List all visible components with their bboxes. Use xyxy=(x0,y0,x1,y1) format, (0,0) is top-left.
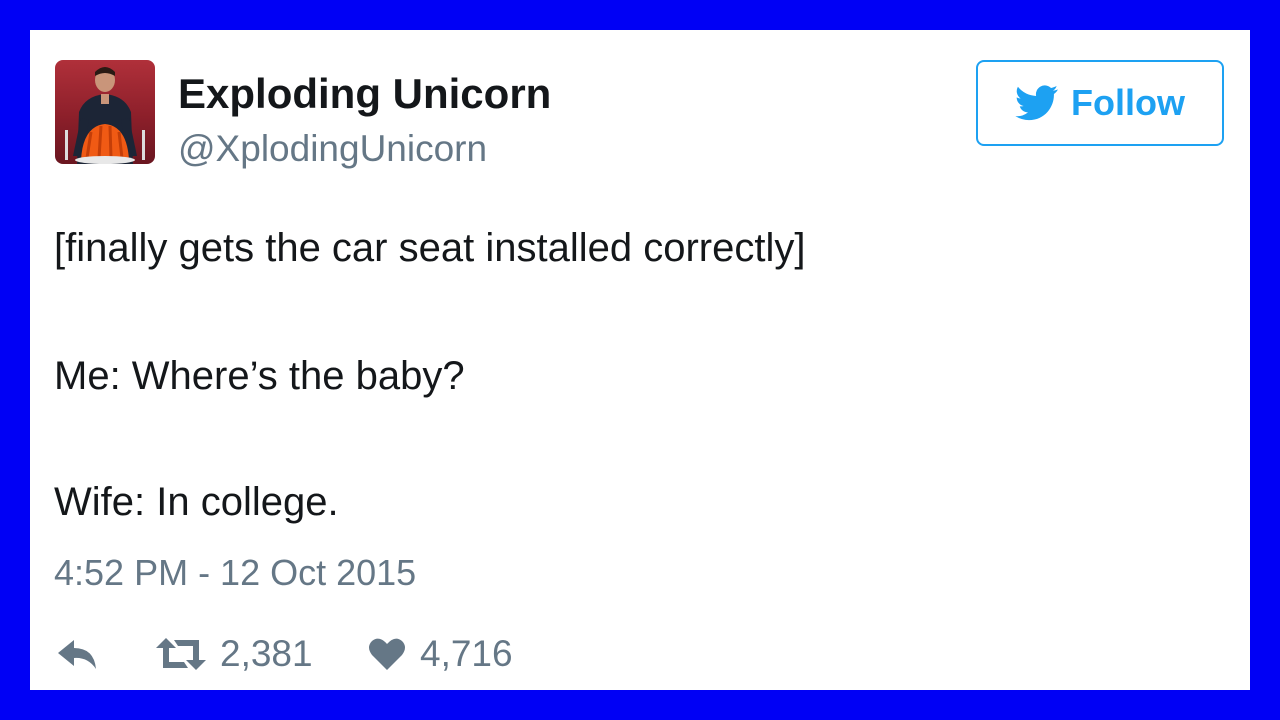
reply-icon xyxy=(58,640,96,669)
author-handle[interactable]: @XplodingUnicorn xyxy=(178,128,487,170)
follow-button-label: Follow xyxy=(1071,82,1185,123)
retweet-icon xyxy=(156,638,206,670)
author-avatar[interactable] xyxy=(55,60,155,164)
tweet-timestamp[interactable]: 4:52 PM - 12 Oct 2015 xyxy=(54,552,416,594)
follow-button[interactable]: Follow xyxy=(976,60,1224,146)
retweet-button[interactable]: 2,381 xyxy=(156,628,313,680)
retweet-count: 2,381 xyxy=(220,633,313,674)
tweet-card: Exploding Unicorn @XplodingUnicorn Follo… xyxy=(30,30,1250,690)
like-button[interactable]: 4,716 xyxy=(368,628,513,680)
reply-button[interactable] xyxy=(56,628,100,680)
tweet-text-line-2: Me: Where’s the baby? xyxy=(54,354,465,398)
like-count: 4,716 xyxy=(420,633,513,674)
heart-icon xyxy=(369,638,405,670)
avatar-photo-icon xyxy=(65,67,145,164)
tweet-text-line-1: [finally gets the car seat installed cor… xyxy=(54,226,806,270)
author-name[interactable]: Exploding Unicorn xyxy=(178,70,551,118)
twitter-bird-icon xyxy=(1015,85,1058,121)
tweet-text-line-3: Wife: In college. xyxy=(54,480,339,524)
